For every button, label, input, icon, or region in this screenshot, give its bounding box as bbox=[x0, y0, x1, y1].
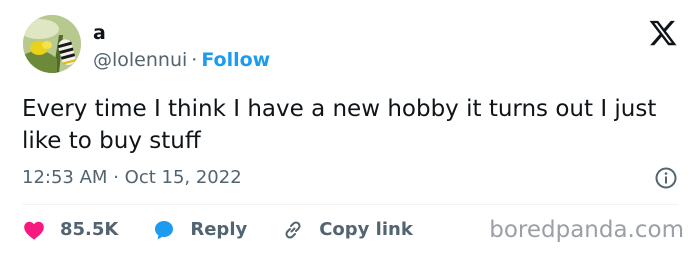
copy-link-button[interactable]: Copy link bbox=[281, 218, 413, 242]
x-logo-icon[interactable] bbox=[648, 18, 678, 48]
tweet-card: a @lolennui · Follow Every time I think I … bbox=[0, 0, 700, 256]
timestamp-separator: · bbox=[113, 167, 119, 188]
author-handle-row: @lolennui · Follow bbox=[93, 48, 270, 72]
reply-button[interactable]: Reply bbox=[152, 218, 247, 242]
like-count: 85.5K bbox=[60, 219, 119, 240]
tweet-date: Oct 15, 2022 bbox=[124, 167, 242, 188]
watermark: boredpanda.com bbox=[489, 217, 684, 243]
author-display-name[interactable]: a bbox=[93, 22, 106, 44]
info-icon[interactable] bbox=[654, 166, 678, 190]
like-button[interactable]: 85.5K bbox=[22, 218, 118, 242]
author-handle[interactable]: @lolennui bbox=[93, 49, 187, 71]
action-bar: 85.5K Reply Copy link bbox=[22, 215, 447, 245]
tweet-time: 12:53 AM bbox=[22, 167, 108, 188]
link-icon bbox=[285, 221, 301, 239]
reply-bubble-icon bbox=[155, 221, 174, 240]
separator-dot: · bbox=[191, 49, 198, 71]
reply-label: Reply bbox=[190, 219, 248, 240]
tweet-text: Every time I think I have a new hobby it… bbox=[22, 96, 657, 154]
avatar[interactable] bbox=[23, 15, 81, 73]
copy-link-label: Copy link bbox=[319, 219, 413, 240]
avatar-image bbox=[23, 15, 81, 73]
heart-icon bbox=[24, 221, 44, 240]
divider bbox=[22, 204, 678, 205]
follow-button[interactable]: Follow bbox=[201, 49, 270, 71]
tweet-timestamp[interactable]: 12:53 AM · Oct 15, 2022 bbox=[22, 166, 242, 190]
